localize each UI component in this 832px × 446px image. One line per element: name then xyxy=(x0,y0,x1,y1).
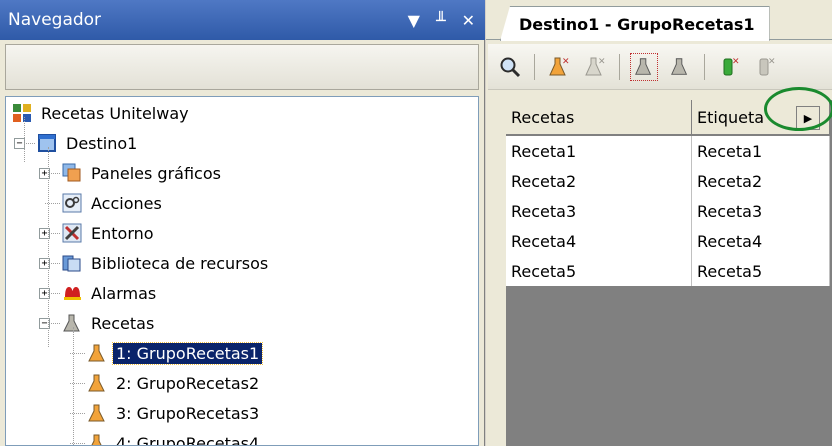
recipe-select-icon[interactable] xyxy=(630,52,658,81)
project-icon xyxy=(12,103,32,123)
tree-item[interactable]: Biblioteca de recursos xyxy=(62,250,271,276)
tools-icon xyxy=(62,223,82,243)
recipes-grid: Recetas Etiqueta ▶ Receta1 Receta1 Receta2… xyxy=(506,100,832,446)
tree-item[interactable]: 2: GrupoRecetas2 xyxy=(87,370,262,396)
magnifier-icon[interactable] xyxy=(496,53,524,81)
navigator-title-buttons: ▼ ╨ ✕ xyxy=(408,0,475,40)
toolbar-separator xyxy=(619,53,620,80)
close-icon[interactable]: ✕ xyxy=(462,11,475,30)
grid-header-row: Recetas Etiqueta ▶ xyxy=(506,100,830,135)
tree-item-label: 2: GrupoRecetas2 xyxy=(116,373,260,393)
document-toolbar: ✕ ✕ ✕ ✕ xyxy=(488,44,832,90)
tree-item-label: 4: GrupoRecetas4 xyxy=(116,433,260,446)
library-icon xyxy=(62,253,82,273)
tree-item[interactable]: Entorno xyxy=(62,220,157,246)
tree-connector xyxy=(48,147,49,347)
column-header-recetas[interactable]: Recetas xyxy=(506,100,692,135)
tree-item-label: Recetas xyxy=(91,313,155,333)
toolbar-separator xyxy=(534,53,535,80)
tree-item[interactable]: Paneles gráficos xyxy=(62,160,224,186)
tree-item[interactable]: Recetas Unitelway xyxy=(12,100,192,126)
tree-item-label: Alarmas xyxy=(91,283,157,303)
cell-recetas[interactable]: Receta3 xyxy=(506,196,692,226)
table-row[interactable]: Receta2 Receta2 xyxy=(506,166,830,196)
cell-etiqueta[interactable]: Receta2 xyxy=(692,166,830,196)
cell-recetas[interactable]: Receta4 xyxy=(506,226,692,256)
toolbar-separator xyxy=(704,53,705,80)
navigator-toolbar xyxy=(5,44,479,90)
flask-orange-icon xyxy=(87,343,107,363)
navigator-tree: Recetas Unitelway − Destino1 + Paneles gráfi… xyxy=(5,96,479,446)
pin-icon[interactable]: ╨ xyxy=(436,11,446,30)
recipe-icon[interactable] xyxy=(666,53,694,81)
tree-connector xyxy=(24,117,25,162)
flask-orange-icon xyxy=(87,403,107,423)
table-row[interactable]: Receta5 Receta5 xyxy=(506,256,830,286)
tree-item[interactable]: Alarmas xyxy=(62,280,159,306)
actions-icon xyxy=(62,193,82,213)
svg-text:✕: ✕ xyxy=(598,57,606,67)
flask-icon xyxy=(62,313,82,333)
scroll-right-button[interactable]: ▶ xyxy=(796,106,820,130)
table-row[interactable]: Receta1 Receta1 xyxy=(506,136,830,166)
tab-destino1-gruporecetas1[interactable]: Destino1 - GrupoRecetas1 xyxy=(500,6,770,41)
navigator-title: Navegador xyxy=(8,10,102,30)
cell-recetas[interactable]: Receta5 xyxy=(506,256,692,286)
tree-item-label: 1: GrupoRecetas1 xyxy=(111,341,264,365)
tree-item-label: Recetas Unitelway xyxy=(41,103,189,123)
tree-item[interactable]: 4: GrupoRecetas4 xyxy=(87,430,262,446)
tree-connector xyxy=(73,327,74,445)
tree-item-label: Biblioteca de recursos xyxy=(91,253,269,273)
delete-grey-icon[interactable]: ✕ xyxy=(751,53,779,81)
svg-text:✕: ✕ xyxy=(732,57,740,67)
document-tabstrip: Destino1 - GrupoRecetas1 xyxy=(486,0,832,41)
cell-recetas[interactable]: Receta2 xyxy=(506,166,692,196)
dropdown-arrow-icon[interactable]: ▼ xyxy=(408,11,420,30)
add-recipe-icon[interactable]: ✕ xyxy=(545,53,573,81)
panels-icon xyxy=(62,163,82,183)
cell-etiqueta[interactable]: Receta1 xyxy=(692,136,830,166)
delete-recipe-icon[interactable]: ✕ xyxy=(581,53,609,81)
add-green-icon[interactable]: ✕ xyxy=(715,53,743,81)
cell-etiqueta[interactable]: Receta3 xyxy=(692,196,830,226)
table-row[interactable]: Receta4 Receta4 xyxy=(506,226,830,256)
tree-item-label: Paneles gráficos xyxy=(91,163,221,183)
tree-item-label: 3: GrupoRecetas3 xyxy=(116,403,260,423)
tree-item[interactable]: 3: GrupoRecetas3 xyxy=(87,400,262,426)
grid-empty-area xyxy=(506,286,830,446)
svg-text:✕: ✕ xyxy=(562,57,570,67)
application-window: Navegador ▼ ╨ ✕ Recetas Unitelway − Destin… xyxy=(0,0,832,446)
cell-etiqueta[interactable]: Receta5 xyxy=(692,256,830,286)
table-row[interactable]: Receta3 Receta3 xyxy=(506,196,830,226)
document-pane: Destino1 - GrupoRecetas1 ✕ ✕ ✕ ✕ Recetas… xyxy=(486,0,832,446)
flask-orange-icon xyxy=(87,373,107,393)
alarm-icon xyxy=(62,283,82,303)
tree-item[interactable]: Destino1 xyxy=(37,130,140,156)
tree-item[interactable]: Recetas xyxy=(62,310,157,336)
tree-item[interactable]: 1: GrupoRecetas1 xyxy=(87,340,264,366)
tree-item-label: Acciones xyxy=(91,193,162,213)
tree-item[interactable]: Acciones xyxy=(62,190,165,216)
cell-etiqueta[interactable]: Receta4 xyxy=(692,226,830,256)
tree-item-label: Entorno xyxy=(91,223,154,243)
cell-recetas[interactable]: Receta1 xyxy=(506,136,692,166)
navigator-pane: Navegador ▼ ╨ ✕ Recetas Unitelway − Destin… xyxy=(0,0,485,446)
flask-orange-icon xyxy=(87,433,107,445)
svg-text:✕: ✕ xyxy=(768,57,776,67)
tree-item-label: Destino1 xyxy=(66,133,138,153)
target-window-icon xyxy=(37,133,57,153)
navigator-title-bar: Navegador ▼ ╨ ✕ xyxy=(0,0,485,40)
